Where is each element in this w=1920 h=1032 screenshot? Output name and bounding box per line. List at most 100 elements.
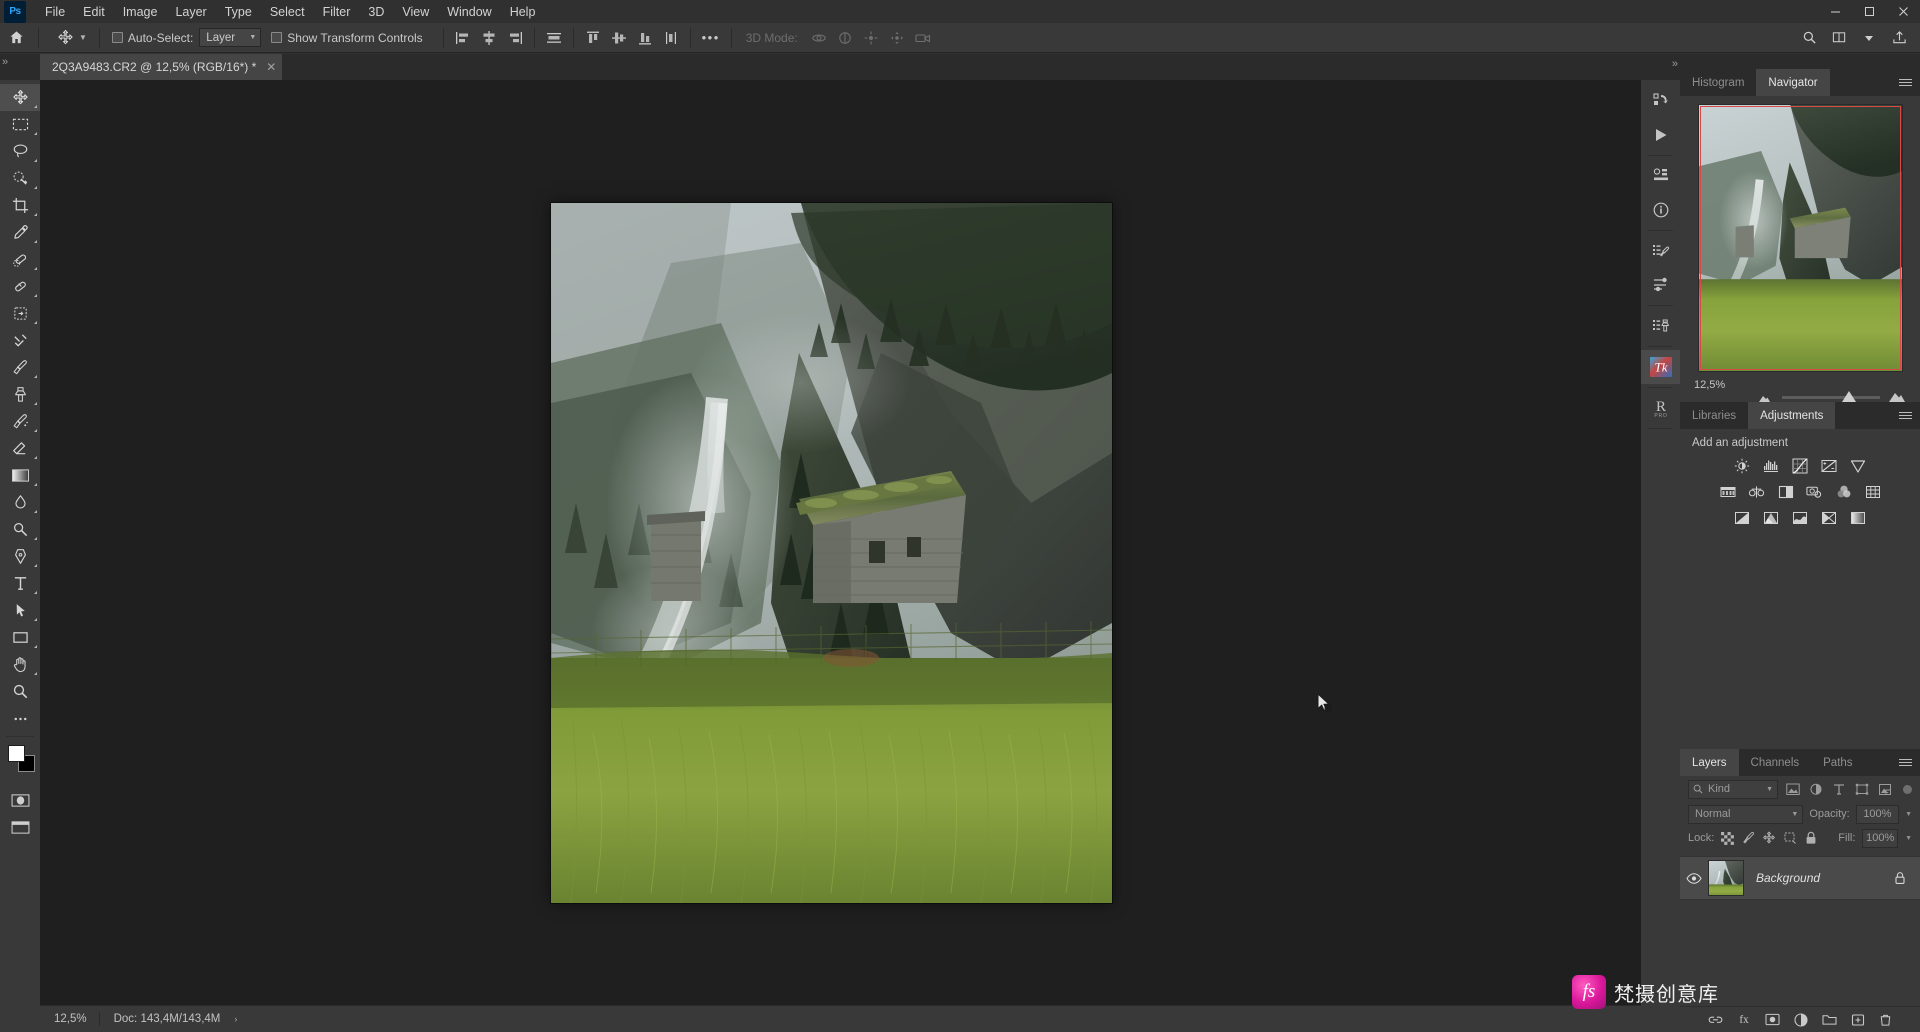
invert-icon[interactable] [1734,509,1751,526]
tool-path-selection-tool[interactable] [0,597,40,624]
lock-transparent-pixels-icon[interactable] [1721,829,1735,847]
tool-quick-selection-tool[interactable] [0,165,40,192]
tab-paths[interactable]: Paths [1811,749,1864,776]
auto-select-checkbox-box[interactable] [111,32,123,43]
slider-track[interactable] [1782,396,1880,399]
layer-visibility-toggle[interactable] [1680,872,1708,884]
history-icon[interactable] [1641,84,1680,118]
tab-histogram[interactable]: Histogram [1680,69,1756,96]
status-expand-icon[interactable]: › [234,1014,237,1024]
more-align-options-button[interactable]: ••• [697,26,725,50]
move-tool-icon[interactable] [53,26,77,50]
document-tab[interactable]: 2Q3A9483.CR2 @ 12,5% (RGB/16*) * ✕ [40,54,284,80]
align-vertical-centers-icon[interactable] [606,26,632,50]
exposure-icon[interactable] [1821,457,1838,474]
clone-source-icon[interactable] [1641,309,1680,343]
properties-icon[interactable] [1641,159,1680,193]
menu-item-view[interactable]: View [393,2,438,22]
align-top-edges-icon[interactable] [580,26,606,50]
tool-clone-stamp-tool[interactable] [0,381,40,408]
align-horizontal-centers-icon[interactable] [476,26,502,50]
3d-roll-icon[interactable] [832,26,858,50]
actions-play-icon[interactable] [1641,118,1680,152]
navigator-thumbnail[interactable] [1697,104,1903,372]
menu-item-edit[interactable]: Edit [74,2,114,22]
tab-layers[interactable]: Layers [1680,749,1739,776]
tool-gradient-tool[interactable] [0,462,40,489]
tool-rectangular-marquee-tool[interactable] [0,111,40,138]
menu-item-window[interactable]: Window [438,2,500,22]
fill-value[interactable]: 100% [1862,828,1899,848]
foreground-color-swatch[interactable] [8,745,25,762]
lock-all-icon[interactable] [1804,829,1817,847]
quick-mask-icon[interactable] [0,787,40,814]
distribute-icon[interactable] [541,26,567,50]
delete-layer-icon[interactable] [1879,1013,1892,1027]
lock-position-icon[interactable] [1762,829,1776,847]
opacity-chevron-icon[interactable]: ▼ [1905,811,1912,818]
align-more-icon[interactable] [658,26,684,50]
opacity-value[interactable]: 100% [1855,804,1900,824]
tool-eyedropper-tool[interactable] [0,219,40,246]
raya-pro-icon[interactable]: R PRO [1641,391,1680,425]
tool-patch-tool[interactable] [0,273,40,300]
tool-horizontal-type-tool[interactable] [0,570,40,597]
tab-channels[interactable]: Channels [1739,749,1812,776]
levels-icon[interactable] [1763,457,1780,474]
info-icon[interactable] [1641,193,1680,227]
tool-dodge-tool[interactable] [0,516,40,543]
layer-style-icon[interactable]: fx [1737,1013,1751,1026]
layer-filter-toggle[interactable] [1903,784,1912,794]
brightness-contrast-icon[interactable] [1734,457,1751,474]
gradient-map-icon[interactable] [1850,509,1867,526]
tab-navigator[interactable]: Navigator [1756,69,1830,96]
3d-camera-icon[interactable] [910,26,936,50]
auto-select-checkbox[interactable]: Auto-Select: [111,31,199,45]
lock-image-pixels-icon[interactable] [1741,829,1755,847]
show-transform-controls-checkbox[interactable]: Show Transform Controls [271,31,428,45]
menu-item-image[interactable]: Image [114,2,167,22]
menu-item-3d[interactable]: 3D [359,2,393,22]
filter-smart-object-icon[interactable] [1876,780,1893,798]
search-icon[interactable] [1794,25,1824,51]
3d-pan-icon[interactable] [858,26,884,50]
slider-handle[interactable] [1842,391,1856,402]
align-left-edges-icon[interactable] [450,26,476,50]
tab-libraries[interactable]: Libraries [1680,402,1748,429]
screen-mode-icon[interactable] [0,814,40,841]
menu-item-type[interactable]: Type [216,2,261,22]
right-panel-collapse-icon[interactable]: » [1672,58,1678,70]
tool-spot-healing-brush-tool[interactable] [0,246,40,273]
new-fill-adjustment-icon[interactable] [1794,1012,1808,1027]
3d-orbit-icon[interactable] [806,26,832,50]
black-white-icon[interactable] [1777,483,1794,500]
maximize-button[interactable] [1852,0,1886,23]
tool-blur-tool[interactable] [0,489,40,516]
color-balance-icon[interactable] [1748,483,1765,500]
layer-lock-icon[interactable] [1894,871,1906,885]
blend-mode-select[interactable]: Normal ▼ [1688,804,1804,824]
tool-preset-chevron-icon[interactable]: ▼ [79,33,87,42]
hue-saturation-icon[interactable] [1719,483,1736,500]
brush-settings-icon[interactable] [1641,234,1680,268]
vibrance-icon[interactable] [1850,457,1867,474]
add-layer-mask-icon[interactable] [1765,1013,1780,1026]
curves-icon[interactable] [1792,457,1809,474]
close-button[interactable] [1886,0,1920,23]
tool-eraser-tool[interactable] [0,435,40,462]
link-layers-icon[interactable] [1708,1013,1723,1026]
tool-zoom-tool[interactable] [0,678,40,705]
tool-pen-tool[interactable] [0,543,40,570]
filter-shape-icon[interactable] [1853,780,1870,798]
arrange-documents-icon[interactable] [1824,25,1854,51]
navigator-view-box[interactable] [1699,106,1901,370]
new-layer-icon[interactable] [1851,1013,1865,1027]
show-transform-checkbox-box[interactable] [271,32,283,43]
status-zoom-level[interactable]: 12,5% [40,1013,99,1025]
threshold-icon[interactable] [1792,509,1809,526]
menu-item-select[interactable]: Select [261,2,314,22]
layer-name[interactable]: Background [1756,871,1820,885]
tool-content-aware-move-tool[interactable] [0,300,40,327]
table-row[interactable]: Background [1680,856,1920,900]
panel-menu-icon[interactable] [1899,69,1920,96]
